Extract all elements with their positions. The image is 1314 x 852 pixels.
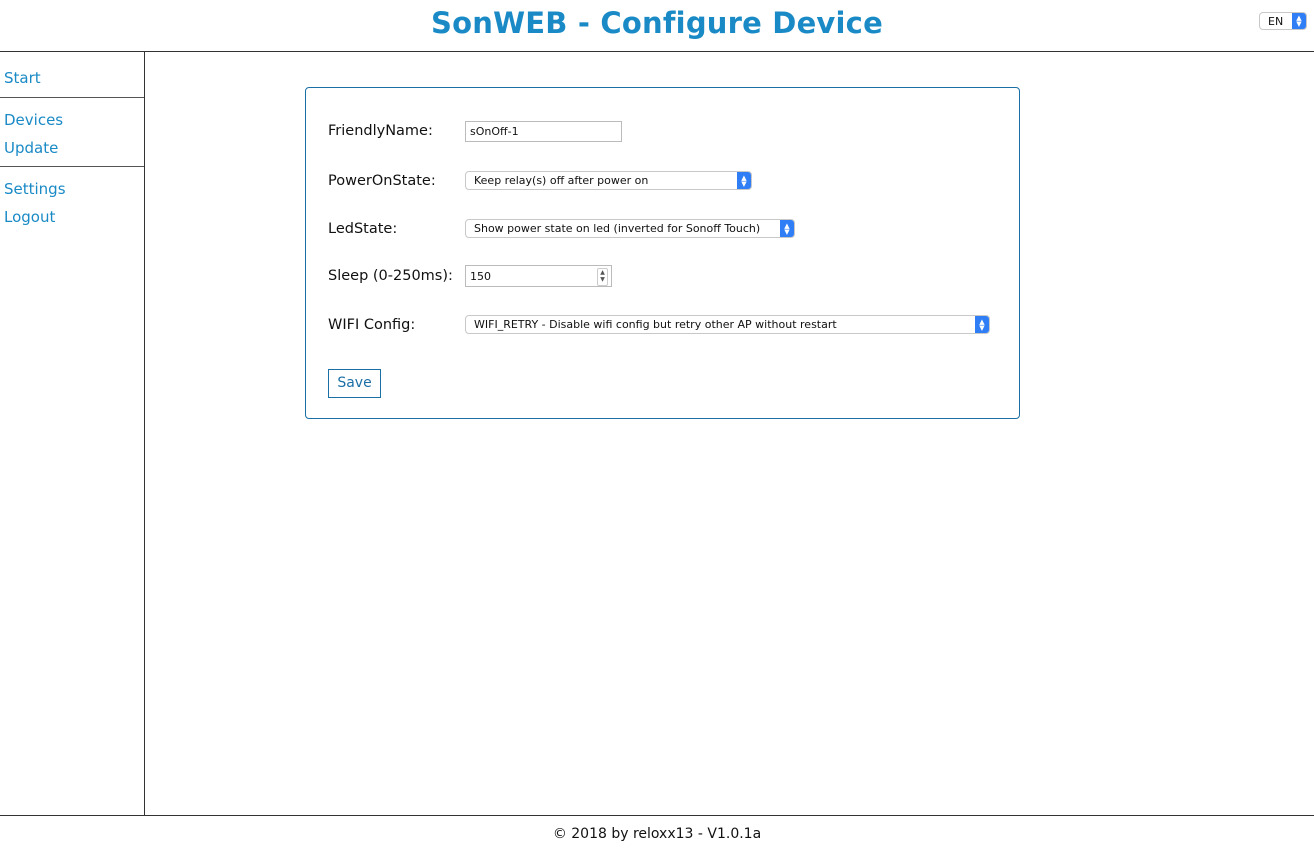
sidebar-item-logout[interactable]: Logout bbox=[4, 203, 144, 231]
language-select[interactable]: EN ▲ ▼ bbox=[1259, 12, 1307, 30]
power-on-state-label: PowerOnState: bbox=[328, 173, 436, 189]
device-config-form: FriendlyName: sOnOff-1 PowerOnState: Kee… bbox=[305, 87, 1020, 419]
chevron-up-down-icon: ▲ ▼ bbox=[737, 172, 751, 189]
wifi-config-value: WIFI_RETRY - Disable wifi config but ret… bbox=[474, 318, 837, 331]
sidebar-group-settings: Settings Logout bbox=[0, 167, 144, 237]
friendly-name-label: FriendlyName: bbox=[328, 123, 433, 139]
power-on-state-select[interactable]: Keep relay(s) off after power on ▲ ▼ bbox=[465, 171, 752, 190]
led-state-row: LedState: Show power state on led (inver… bbox=[328, 219, 1008, 241]
app-root: SonWEB - Configure Device EN ▲ ▼ Start De… bbox=[0, 0, 1314, 852]
friendly-name-row: FriendlyName: sOnOff-1 bbox=[328, 121, 1008, 143]
chevron-up-down-icon: ▲ ▼ bbox=[975, 316, 989, 333]
save-button[interactable]: Save bbox=[328, 369, 381, 398]
sidebar-item-devices[interactable]: Devices bbox=[4, 106, 144, 134]
led-state-label: LedState: bbox=[328, 221, 398, 237]
sidebar-item-settings[interactable]: Settings bbox=[4, 175, 144, 203]
friendly-name-input[interactable]: sOnOff-1 bbox=[465, 121, 622, 142]
sleep-number-input[interactable]: 150 ▲ ▼ bbox=[465, 265, 612, 287]
sleep-value: 150 bbox=[470, 270, 491, 283]
language-select-value: EN bbox=[1268, 15, 1284, 28]
wifi-config-select[interactable]: WIFI_RETRY - Disable wifi config but ret… bbox=[465, 315, 990, 334]
sidebar-item-start[interactable]: Start bbox=[4, 64, 144, 92]
page-title: SonWEB - Configure Device bbox=[431, 6, 883, 40]
page-header: SonWEB - Configure Device EN ▲ ▼ bbox=[0, 0, 1314, 52]
footer-copyright: © 2018 by reloxx13 - V1.0.1a bbox=[552, 826, 762, 842]
friendly-name-value: sOnOff-1 bbox=[470, 125, 519, 138]
power-on-state-row: PowerOnState: Keep relay(s) off after po… bbox=[328, 171, 1008, 193]
main-content: FriendlyName: sOnOff-1 PowerOnState: Kee… bbox=[145, 52, 1314, 815]
wifi-config-row: WIFI Config: WIFI_RETRY - Disable wifi c… bbox=[328, 315, 1008, 337]
sidebar-group-start: Start bbox=[0, 52, 144, 98]
wifi-config-label: WIFI Config: bbox=[328, 317, 416, 333]
chevron-up-down-icon: ▲ ▼ bbox=[1292, 13, 1306, 29]
sidebar-group-devices: Devices Update bbox=[0, 98, 144, 167]
number-spinner-icon[interactable]: ▲ ▼ bbox=[597, 268, 608, 286]
sidebar: Start Devices Update Settings Logout bbox=[0, 52, 145, 815]
sleep-row: Sleep (0-250ms): 150 ▲ ▼ bbox=[328, 265, 1008, 287]
chevron-up-down-icon: ▲ ▼ bbox=[780, 220, 794, 237]
page-footer: © 2018 by reloxx13 - V1.0.1a bbox=[0, 815, 1314, 852]
sidebar-item-update[interactable]: Update bbox=[4, 134, 144, 162]
sleep-label: Sleep (0-250ms): bbox=[328, 268, 453, 284]
power-on-state-value: Keep relay(s) off after power on bbox=[474, 174, 649, 187]
led-state-select[interactable]: Show power state on led (inverted for So… bbox=[465, 219, 795, 238]
led-state-value: Show power state on led (inverted for So… bbox=[474, 222, 761, 235]
